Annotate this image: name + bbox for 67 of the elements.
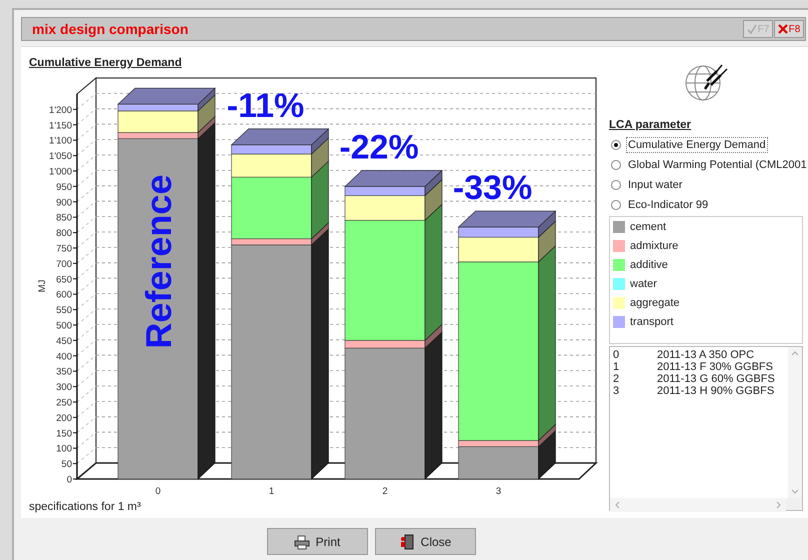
tick-label: 300 <box>56 382 72 394</box>
tick-label: 850 <box>56 212 72 224</box>
annotation-label: -33% <box>452 169 532 208</box>
legend-label: aggregate <box>630 297 680 309</box>
list-cell-text: 2011-13 H 90% GGBFS <box>657 385 776 397</box>
radio-label[interactable]: Cumulative Energy Demand <box>626 137 768 153</box>
tick-label: 100 <box>56 444 72 455</box>
tick-label: 800 <box>56 228 72 240</box>
annotation-label: -11% <box>226 86 304 125</box>
list-cell-text: 1 <box>613 361 620 373</box>
tick-label: 550 <box>56 305 72 316</box>
close-icon <box>778 24 788 34</box>
tick-label: 600 <box>56 290 72 301</box>
tick-label: 1'050 <box>49 151 72 162</box>
window-title: mix design comparison <box>32 21 188 37</box>
legend-label: water <box>630 278 657 290</box>
tick-label: 50 <box>61 459 72 470</box>
list-cell-text: 2 <box>613 373 620 385</box>
radio-label[interactable]: Global Warming Potential (CML2001 <box>626 157 808 173</box>
close-button[interactable]: F8 <box>774 20 804 38</box>
tick-label: 0 <box>66 474 72 486</box>
footnote: specifications for 1 m³ <box>29 501 141 513</box>
legend-label: admixture <box>630 240 678 252</box>
tick-label: 1'150 <box>49 120 72 132</box>
radio-button[interactable] <box>611 200 621 210</box>
exit-door-icon <box>398 534 415 550</box>
section-heading: LCA parameter <box>609 119 692 131</box>
category-label: 0 <box>155 486 161 497</box>
list-cell-text: 2011-13 G 60% GGBFS <box>657 373 776 385</box>
close-button[interactable]: Close <box>374 528 476 555</box>
annotation-label: -22% <box>339 128 419 166</box>
tick-label: 750 <box>56 244 72 254</box>
radio-label[interactable]: Input water <box>626 177 684 193</box>
tick-label: 450 <box>56 336 72 347</box>
tick-label: 650 <box>56 274 72 286</box>
radio-button[interactable] <box>611 160 621 170</box>
legend-label: additive <box>630 259 668 271</box>
tick-label: 400 <box>56 351 72 362</box>
tick-label: 1'100 <box>49 136 72 147</box>
category-label: 2 <box>382 486 388 497</box>
printer-icon <box>294 534 310 550</box>
legend-label: transport <box>630 316 674 328</box>
list-cell-text: 0 <box>613 349 620 361</box>
tick-label: 250 <box>56 398 72 408</box>
tick-label: 200 <box>56 412 72 424</box>
axis-label: MJ <box>37 280 48 292</box>
list-cell-text: 2011-13 A 350 OPC <box>657 349 756 361</box>
tick-label: 900 <box>56 197 72 208</box>
list-cell-text: 2011-13 F 30% GGBFS <box>657 361 774 373</box>
radio-button[interactable] <box>611 140 621 150</box>
legend-label: cement <box>630 221 666 233</box>
tick-label: 500 <box>56 320 72 332</box>
tick-label: 950 <box>56 182 72 193</box>
tick-label: 150 <box>56 428 72 440</box>
annotation-label: Reference <box>138 174 179 349</box>
tick-label: 700 <box>56 258 72 270</box>
check-icon <box>746 24 757 34</box>
category-label: 3 <box>496 486 502 497</box>
radio-button[interactable] <box>611 180 621 190</box>
tick-label: 1'200 <box>49 104 72 116</box>
radio-label[interactable]: Eco-Indicator 99 <box>626 197 710 213</box>
tick-label: 1'000 <box>49 166 72 178</box>
tick-label: 350 <box>56 366 72 378</box>
print-button[interactable]: Print <box>266 528 368 555</box>
chart-title: Cumulative Energy Demand <box>29 57 182 69</box>
list-cell-text: 3 <box>613 385 620 397</box>
category-label: 1 <box>268 486 274 497</box>
